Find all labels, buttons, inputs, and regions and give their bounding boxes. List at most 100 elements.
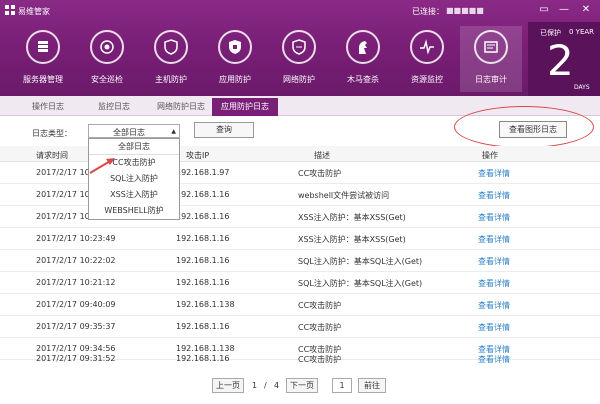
- row-time: 2017/2/17 10: [36, 168, 90, 177]
- table-row: 2017/2/17 09:31:52 192.168.1.16 CC攻击防护 查…: [0, 350, 600, 372]
- nav-network-protection[interactable]: 网络防护: [268, 26, 330, 92]
- row-time: 2017/2/17 10:23:49: [36, 234, 116, 243]
- log-type-selected: 全部日志: [113, 128, 145, 137]
- row-ip: 192.168.1.16: [176, 256, 230, 265]
- view-graph-log-button[interactable]: 查看图形日志: [499, 121, 567, 138]
- protection-days-label: DAYS: [574, 84, 590, 91]
- view-details-link[interactable]: 查看详情: [478, 190, 510, 201]
- nav-server-management[interactable]: 服务器管理: [12, 26, 74, 92]
- view-details-link[interactable]: 查看详情: [478, 322, 510, 333]
- row-time: 2017/2/17 09:35:37: [36, 322, 116, 331]
- table-row: 2017/2/17 09:40:09 192.168.1.138 CC攻击防护 …: [0, 294, 600, 316]
- prev-page-button[interactable]: 上一页: [212, 378, 244, 393]
- row-description: SQL注入防护：基本SQL注入(Get): [298, 279, 423, 288]
- view-details-link[interactable]: 查看详情: [478, 234, 510, 245]
- table-row: 2017/2/17 10:23:49 192.168.1.16 XSS注入防护：…: [0, 228, 600, 250]
- row-description: XSS注入防护：基本XSS(Get): [298, 213, 406, 222]
- option-webshell[interactable]: WEBSHELL防护: [89, 203, 179, 219]
- row-time: 2017/2/17 09:40:09: [36, 300, 116, 309]
- view-details-link[interactable]: 查看详情: [478, 354, 510, 365]
- app-title: 易维管家: [18, 7, 50, 16]
- app-shield-icon: [218, 30, 252, 64]
- row-time: 2017/2/17 10: [36, 212, 90, 221]
- nav-trojan-scan[interactable]: 木马查杀: [332, 26, 394, 92]
- row-description: CC攻击防护: [298, 301, 342, 310]
- table-row: 2017/2/17 09:35:37 192.168.1.16 CC攻击防护 查…: [0, 316, 600, 338]
- row-ip: 192.168.1.138: [176, 300, 235, 309]
- current-page: 1: [252, 381, 258, 390]
- tab-app-protection-log[interactable]: 应用防护日志: [212, 98, 278, 116]
- app-logo-icon: [5, 5, 15, 15]
- page-separator: /: [264, 381, 267, 390]
- view-details-link[interactable]: 查看详情: [478, 168, 510, 179]
- tab-monitor-log[interactable]: 监控日志: [88, 98, 140, 116]
- nav-label: 应用防护: [219, 75, 251, 84]
- nav-log-audit[interactable]: 日志审计: [460, 26, 522, 92]
- nav-label: 网络防护: [283, 75, 315, 84]
- nav-app-protection[interactable]: 应用防护: [204, 26, 266, 92]
- row-time: 2017/2/17 10: [36, 190, 90, 199]
- col-request-time: 请求时间: [36, 151, 68, 160]
- row-time: 2017/2/17 10:21:12: [36, 278, 116, 287]
- row-ip: 192.168.1.16: [176, 278, 230, 287]
- close-button[interactable]: ✕: [578, 3, 594, 17]
- row-description: CC攻击防护: [298, 323, 342, 332]
- main-nav: 服务器管理 安全巡检 主机防护 应用防护 网络防护 木马查杀 资源监控 日志审计: [0, 26, 522, 92]
- next-page-button[interactable]: 下一页: [286, 378, 318, 393]
- log-type-select[interactable]: 全部日志 ▲: [88, 124, 180, 138]
- goto-page-button[interactable]: 前往: [358, 378, 386, 393]
- view-details-link[interactable]: 查看详情: [478, 278, 510, 289]
- title-bar: 易维管家 已连接： ■■■■■ ▭ — ✕: [0, 0, 600, 22]
- horse-icon: [346, 30, 380, 64]
- row-description: XSS注入防护：基本XSS(Get): [298, 235, 406, 244]
- restore-button[interactable]: ▭: [536, 3, 552, 17]
- shield-icon: [154, 30, 188, 64]
- connection-label: 已连接：: [412, 7, 444, 16]
- col-action: 操作: [482, 151, 498, 160]
- goto-page-input[interactable]: 1: [332, 378, 352, 393]
- col-attack-ip: 攻击IP: [186, 151, 210, 160]
- protection-days: 2: [547, 36, 574, 85]
- row-ip: 192.168.1.16: [176, 234, 230, 243]
- log-type-label: 日志类型：: [32, 129, 72, 138]
- row-ip: 192.168.1.16: [176, 322, 230, 331]
- option-all-logs[interactable]: 全部日志: [89, 139, 179, 155]
- view-details-link[interactable]: 查看详情: [478, 300, 510, 311]
- total-pages: 4: [274, 381, 280, 390]
- row-time: 2017/2/17 10:22:02: [36, 256, 116, 265]
- log-icon: [474, 30, 508, 64]
- row-ip: 192.168.1.97: [176, 168, 230, 177]
- nav-label: 服务器管理: [23, 75, 63, 84]
- nav-label: 安全巡检: [91, 75, 123, 84]
- view-details-link[interactable]: 查看详情: [478, 212, 510, 223]
- row-description: CC攻击防护: [298, 169, 342, 178]
- server-cloud-icon: [26, 30, 60, 64]
- row-description: webshell文件尝试被访问: [298, 191, 390, 200]
- row-ip: 192.168.1.16: [176, 190, 230, 199]
- dropdown-arrow-icon: ▲: [171, 128, 176, 135]
- log-type-dropdown: 全部日志 CC攻击防护 SQL注入防护 XSS注入防护 WEBSHELL防护: [88, 138, 180, 220]
- tab-network-protection-log[interactable]: 网络防护日志: [150, 98, 212, 116]
- query-button[interactable]: 查询: [194, 122, 254, 138]
- row-ip: 192.168.1.16: [176, 212, 230, 221]
- nav-host-protection[interactable]: 主机防护: [140, 26, 202, 92]
- tab-operation-log[interactable]: 操作日志: [22, 98, 74, 116]
- col-description: 描述: [314, 151, 330, 160]
- pulse-icon: [410, 30, 444, 64]
- view-details-link[interactable]: 查看详情: [478, 256, 510, 267]
- nav-resource-monitor[interactable]: 资源监控: [396, 26, 458, 92]
- nav-label: 主机防护: [155, 75, 187, 84]
- row-description: SQL注入防护：基本SQL注入(Get): [298, 257, 423, 266]
- nav-security-inspection[interactable]: 安全巡检: [76, 26, 138, 92]
- protection-year: 0 YEAR: [569, 28, 595, 36]
- nav-label: 日志审计: [475, 75, 507, 84]
- row-ip: 192.168.1.16: [176, 354, 230, 363]
- target-icon: [90, 30, 124, 64]
- connection-value: ■■■■■: [446, 6, 484, 15]
- minimize-button[interactable]: —: [556, 3, 572, 17]
- network-shield-icon: [282, 30, 316, 64]
- option-xss-injection[interactable]: XSS注入防护: [89, 187, 179, 203]
- nav-label: 木马查杀: [347, 75, 379, 84]
- row-time: 2017/2/17 09:31:52: [36, 354, 116, 363]
- table-row: 2017/2/17 10:22:02 192.168.1.16 SQL注入防护：…: [0, 250, 600, 272]
